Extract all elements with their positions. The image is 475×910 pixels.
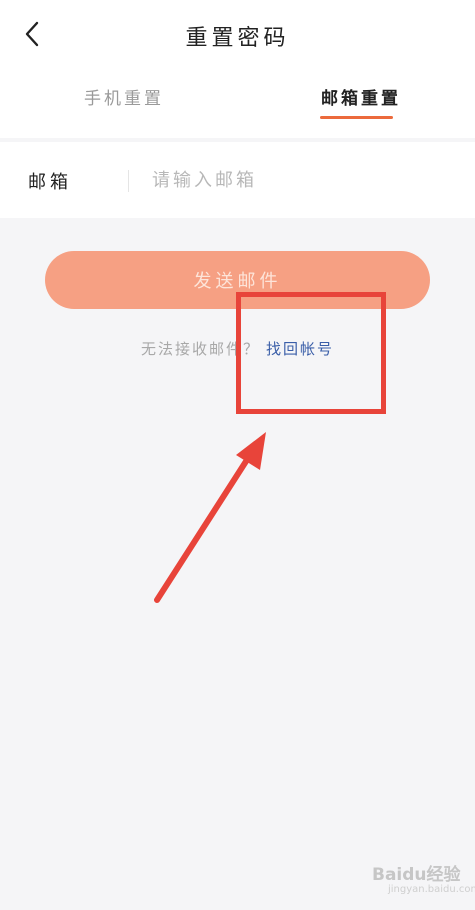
field-divider <box>128 170 129 192</box>
cannot-receive-text: 无法接收邮件？ <box>140 340 260 358</box>
reset-method-tabs: 手机重置 邮箱重置 <box>0 68 475 138</box>
tab-phone-reset[interactable]: 手机重置 <box>84 84 164 109</box>
send-email-button[interactable]: 发送邮件 <box>45 251 430 309</box>
watermark-logo: Baidu经验 <box>372 865 461 885</box>
active-tab-indicator <box>320 116 393 119</box>
email-label: 邮箱 <box>28 172 72 193</box>
page-title: 重置密码 <box>185 26 290 51</box>
email-field-row: 邮箱 <box>0 142 475 218</box>
email-input[interactable] <box>152 162 442 198</box>
watermark-url: jingyan.baidu.com <box>388 884 475 895</box>
help-row: 无法接收邮件？ 找回帐号 <box>0 338 475 359</box>
recover-account-link[interactable]: 找回帐号 <box>266 340 334 358</box>
header-bar: 重置密码 <box>0 0 475 68</box>
tab-email-reset[interactable]: 邮箱重置 <box>321 84 401 109</box>
